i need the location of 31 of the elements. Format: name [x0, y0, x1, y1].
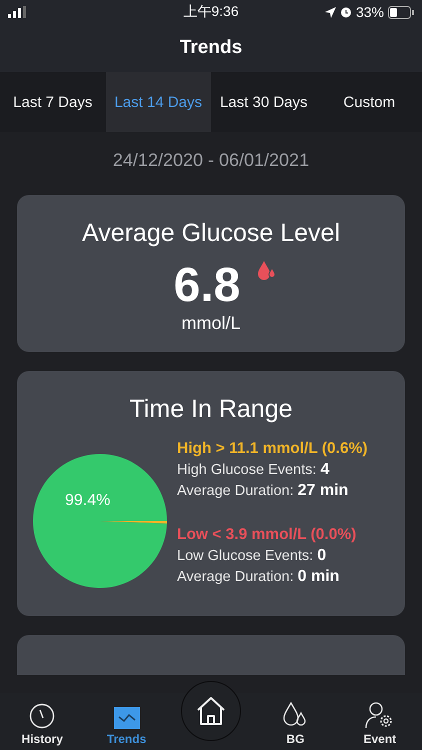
home-icon	[195, 696, 228, 726]
glucose-unit: mmol/L	[181, 313, 240, 334]
card-title: Average Glucose Level	[82, 219, 340, 248]
nav-tab[interactable]: History	[0, 703, 84, 746]
trend-chart-icon	[114, 707, 140, 729]
date-range: 24/12/2020 - 06/01/2021	[112, 150, 310, 171]
clock-icon	[29, 703, 56, 729]
battery-percent: 33%	[356, 4, 384, 20]
stat-line: Average Duration: 27 min	[177, 482, 350, 500]
alarm-clock-icon	[340, 6, 352, 18]
stat-line: Average Duration: 0 min	[177, 568, 340, 586]
nav-tab[interactable]: Trends	[84, 707, 169, 746]
range-heading: High > 11.1 mmol/L (0.6%)	[177, 440, 368, 458]
glucose-value: 6.8	[174, 258, 240, 313]
nav-tab[interactable]: BG	[253, 701, 338, 746]
location-arrow-icon	[324, 6, 336, 18]
stat-line: High Glucose Events: 4	[177, 461, 330, 479]
battery-icon	[388, 6, 414, 18]
period-tab[interactable]: Last 7 Days	[0, 72, 106, 132]
status-time: 上午9:36	[183, 3, 239, 21]
card-title: Time In Range	[129, 395, 293, 424]
signal-icon	[8, 6, 26, 18]
period-tab[interactable]: Custom	[316, 72, 422, 132]
pie-label: 99.4%	[65, 492, 110, 510]
nav-tab[interactable]: Event	[338, 701, 422, 746]
page-title: Trends	[180, 37, 242, 59]
period-tab[interactable]: Last 14 Days	[106, 72, 211, 132]
period-tab[interactable]: Last 30 Days	[211, 72, 316, 132]
range-heading: Low < 3.9 mmol/L (0.0%)	[177, 526, 358, 544]
user-gear-icon	[364, 701, 395, 729]
stat-line: Low Glucose Events: 0	[177, 547, 328, 565]
